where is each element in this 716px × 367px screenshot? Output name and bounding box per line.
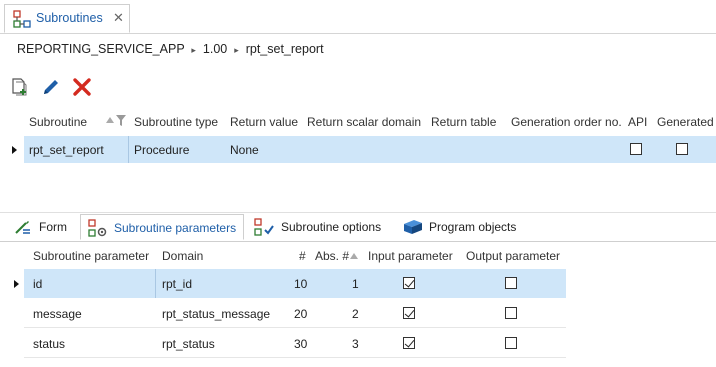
table-row[interactable]: id rpt_id 10 1	[24, 269, 566, 298]
add-document-icon	[10, 77, 32, 97]
column-header-subroutine-type[interactable]: Subroutine type	[134, 115, 218, 129]
tab-subroutine-options[interactable]: Subroutine options	[248, 214, 388, 240]
column-header-input-parameter[interactable]: Input parameter	[368, 249, 453, 263]
input-parameter-checkbox[interactable]	[403, 337, 415, 349]
column-header-subroutine-parameter[interactable]: Subroutine parameter	[33, 249, 149, 263]
column-header-output-parameter[interactable]: Output parameter	[466, 249, 560, 263]
column-header-abs-order[interactable]: Abs. #	[315, 249, 349, 263]
cell-parameter-name[interactable]: status	[33, 337, 65, 351]
cube-icon	[402, 218, 424, 236]
sort-up-icon	[350, 253, 358, 259]
input-parameter-checkbox[interactable]	[403, 277, 415, 289]
breadcrumb: REPORTING_SERVICE_APP ▸ 1.00 ▸ rpt_set_r…	[17, 42, 324, 56]
column-header-return-table[interactable]: Return table	[431, 115, 496, 129]
parameters-icon	[88, 219, 108, 237]
tab-form[interactable]: Form	[12, 214, 78, 240]
tab-title: Subroutines	[36, 11, 103, 25]
breadcrumb-item[interactable]: rpt_set_report	[246, 42, 324, 56]
api-checkbox[interactable]	[630, 143, 642, 155]
cell-return-value[interactable]: None	[230, 143, 259, 157]
breadcrumb-version[interactable]: 1.00	[203, 42, 227, 56]
output-parameter-checkbox[interactable]	[505, 307, 517, 319]
output-parameter-checkbox[interactable]	[505, 277, 517, 289]
sort-up-icon	[106, 117, 114, 123]
options-icon	[254, 218, 274, 236]
delete-button[interactable]	[72, 77, 94, 99]
cell-order[interactable]: 10	[294, 277, 307, 291]
pencil-icon	[41, 77, 63, 97]
filter-icon[interactable]	[116, 115, 126, 126]
tab-program-objects[interactable]: Program objects	[398, 214, 524, 240]
cell-divider	[155, 269, 156, 298]
column-header-domain[interactable]: Domain	[162, 249, 203, 263]
close-icon[interactable]: ✕	[113, 10, 124, 26]
cell-order[interactable]: 30	[294, 337, 307, 351]
tab-label: Form	[39, 220, 67, 234]
cell-subroutine[interactable]: rpt_set_report	[29, 143, 104, 157]
column-header-subroutine[interactable]: Subroutine	[29, 115, 87, 129]
tab-subroutine-parameters[interactable]: Subroutine parameters	[80, 214, 244, 240]
column-header-api[interactable]: API	[628, 115, 647, 129]
tab-label: Subroutine options	[281, 220, 382, 234]
output-parameter-checkbox[interactable]	[505, 337, 517, 349]
cell-abs-order[interactable]: 2	[352, 307, 359, 321]
column-header-return-value[interactable]: Return value	[230, 115, 298, 129]
add-button[interactable]	[10, 77, 32, 99]
cell-parameter-name[interactable]: id	[33, 277, 42, 291]
cell-abs-order[interactable]: 3	[352, 337, 359, 351]
column-header-generation-order[interactable]: Generation order no.	[511, 115, 622, 129]
cell-abs-order[interactable]: 1	[352, 277, 359, 291]
cell-domain[interactable]: rpt_id	[162, 277, 192, 291]
tab-label: Subroutine parameters	[114, 221, 237, 235]
current-row-indicator	[12, 146, 17, 154]
column-header-generated[interactable]: Generated	[657, 115, 714, 129]
generated-checkbox[interactable]	[676, 143, 688, 155]
table-row[interactable]: rpt_set_report Procedure None	[24, 136, 716, 163]
delete-icon	[72, 77, 94, 97]
cell-divider	[128, 136, 129, 163]
cell-parameter-name[interactable]: message	[33, 307, 82, 321]
form-icon	[14, 218, 32, 236]
tab-label: Program objects	[429, 220, 517, 234]
current-row-indicator	[14, 280, 19, 288]
edit-button[interactable]	[41, 77, 63, 99]
cell-subroutine-type[interactable]: Procedure	[134, 143, 189, 157]
subroutines-icon	[13, 10, 31, 28]
cell-order[interactable]: 20	[294, 307, 307, 321]
input-parameter-checkbox[interactable]	[403, 307, 415, 319]
table-row[interactable]: status rpt_status 30 3	[24, 329, 566, 358]
cell-domain[interactable]: rpt_status_message	[162, 307, 270, 321]
column-header-order[interactable]: #	[299, 249, 306, 263]
table-row[interactable]: message rpt_status_message 20 2	[24, 299, 566, 328]
cell-domain[interactable]: rpt_status	[162, 337, 215, 351]
breadcrumb-app[interactable]: REPORTING_SERVICE_APP	[17, 42, 184, 56]
column-header-return-scalar-domain[interactable]: Return scalar domain	[307, 115, 421, 129]
tab-subroutines[interactable]: Subroutines ✕	[4, 4, 130, 33]
